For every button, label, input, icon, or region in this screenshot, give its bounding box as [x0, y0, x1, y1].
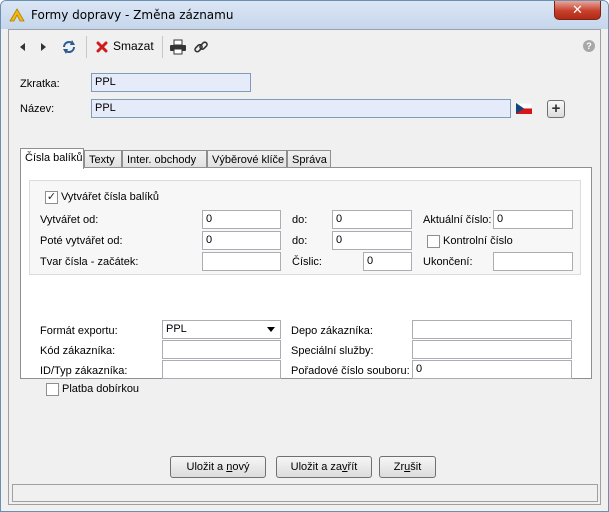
delete-button[interactable]: Smazat	[96, 39, 158, 55]
dialog-client-area: Smazat ? Zkratka: PPL Název: PPL + Čísla…	[8, 29, 601, 505]
save-close-label-end: řít	[347, 461, 358, 473]
link-icon[interactable]	[193, 39, 209, 55]
then-from-label: Poté vytvářet od:	[40, 235, 123, 247]
save-close-label: Uložit a za	[290, 461, 343, 473]
printer-icon[interactable]	[169, 39, 187, 55]
tab-sprava[interactable]: Správa	[287, 150, 331, 168]
depot-input[interactable]	[412, 320, 572, 339]
close-button[interactable]: ✕	[554, 1, 601, 20]
create-numbers-checkbox[interactable]: ✓	[45, 191, 58, 204]
cancel-label-end: šit	[410, 461, 422, 473]
save-new-button[interactable]: Uložit a nový	[170, 456, 266, 478]
create-from-input[interactable]: 0	[202, 210, 281, 229]
depot-label: Depo zákazníka:	[291, 325, 373, 337]
special-services-label: Speciální služby:	[291, 345, 374, 357]
do2-input[interactable]: 0	[332, 231, 412, 250]
cod-checkbox[interactable]	[46, 383, 59, 396]
arrow-left-icon[interactable]	[17, 39, 27, 55]
export-format-value: PPL	[166, 323, 187, 335]
app-logo-icon	[9, 8, 25, 22]
prefix-label: Tvar čísla - začátek:	[40, 256, 139, 268]
arrow-right-icon[interactable]	[39, 39, 49, 55]
help-icon[interactable]: ?	[583, 40, 595, 52]
do1-label: do:	[292, 214, 308, 226]
do2-label: do:	[292, 235, 308, 247]
chevron-down-icon	[267, 327, 275, 332]
customer-code-input[interactable]	[162, 340, 281, 359]
digits-label: Číslic:	[292, 256, 322, 268]
ending-input[interactable]	[493, 252, 573, 271]
export-format-select[interactable]: PPL	[162, 320, 281, 339]
current-number-input[interactable]: 0	[493, 210, 573, 229]
toolbar-separator	[162, 36, 163, 58]
control-number-checkbox[interactable]	[427, 235, 440, 248]
save-new-label-end: ový	[232, 461, 250, 473]
control-number-label: Kontrolní číslo	[443, 235, 513, 247]
then-from-input[interactable]: 0	[202, 231, 281, 250]
cancel-label: Zr	[393, 461, 405, 473]
save-new-label: Uložit a	[186, 461, 227, 473]
cod-label: Platba dobírkou	[62, 383, 140, 395]
tab-inter-obchody[interactable]: Inter. obchody	[122, 150, 207, 168]
id-type-input[interactable]	[162, 360, 281, 379]
ending-label: Ukončení:	[423, 256, 473, 268]
tab-cisla-baliku[interactable]: Čísla balíků	[20, 148, 84, 169]
delete-x-icon	[96, 41, 108, 53]
prefix-input[interactable]	[202, 252, 281, 271]
title-bar[interactable]: Formy dopravy - Změna záznamu ✕	[1, 1, 608, 29]
add-button[interactable]: +	[547, 100, 565, 118]
current-number-label: Aktuální číslo:	[423, 214, 492, 226]
zkratka-label: Zkratka:	[20, 78, 60, 90]
zkratka-input[interactable]: PPL	[91, 73, 251, 92]
do1-input[interactable]: 0	[332, 210, 412, 229]
toolbar-separator	[86, 36, 87, 58]
toolbar: Smazat ?	[9, 30, 600, 62]
customer-code-label: Kód zákazníka:	[40, 345, 116, 357]
window-title: Formy dopravy - Změna záznamu	[31, 8, 234, 22]
tab-texty[interactable]: Texty	[84, 150, 122, 168]
delete-label: Smazat	[113, 39, 154, 53]
status-bar	[12, 484, 598, 502]
digits-input[interactable]: 0	[363, 252, 412, 271]
export-format-label: Formát exportu:	[40, 325, 118, 337]
save-close-button[interactable]: Uložit a zavřít	[276, 456, 372, 478]
nazev-input[interactable]: PPL	[91, 99, 511, 118]
nazev-label: Název:	[20, 103, 55, 115]
tab-vyberove-klice[interactable]: Výběrové klíče	[207, 150, 287, 168]
id-type-label: ID/Typ zákazníka:	[40, 365, 128, 377]
file-order-label: Pořadové číslo souboru:	[291, 365, 410, 377]
refresh-icon[interactable]	[61, 39, 77, 55]
special-services-input[interactable]	[412, 340, 572, 359]
tab-panel: ✓ Vytvářet čísla balíků Vytvářet od: 0 d…	[20, 167, 592, 396]
create-numbers-label: Vytvářet čísla balíků	[61, 191, 160, 203]
dialog-window: Formy dopravy - Změna záznamu ✕ Smazat ?…	[0, 0, 609, 512]
package-numbers-group: ✓ Vytvářet čísla balíků Vytvářet od: 0 d…	[29, 180, 581, 275]
file-order-input[interactable]: 0	[412, 360, 572, 379]
czech-flag-icon[interactable]	[516, 103, 532, 114]
cancel-button[interactable]: Zrušit	[379, 456, 436, 478]
create-from-label: Vytvářet od:	[40, 214, 99, 226]
